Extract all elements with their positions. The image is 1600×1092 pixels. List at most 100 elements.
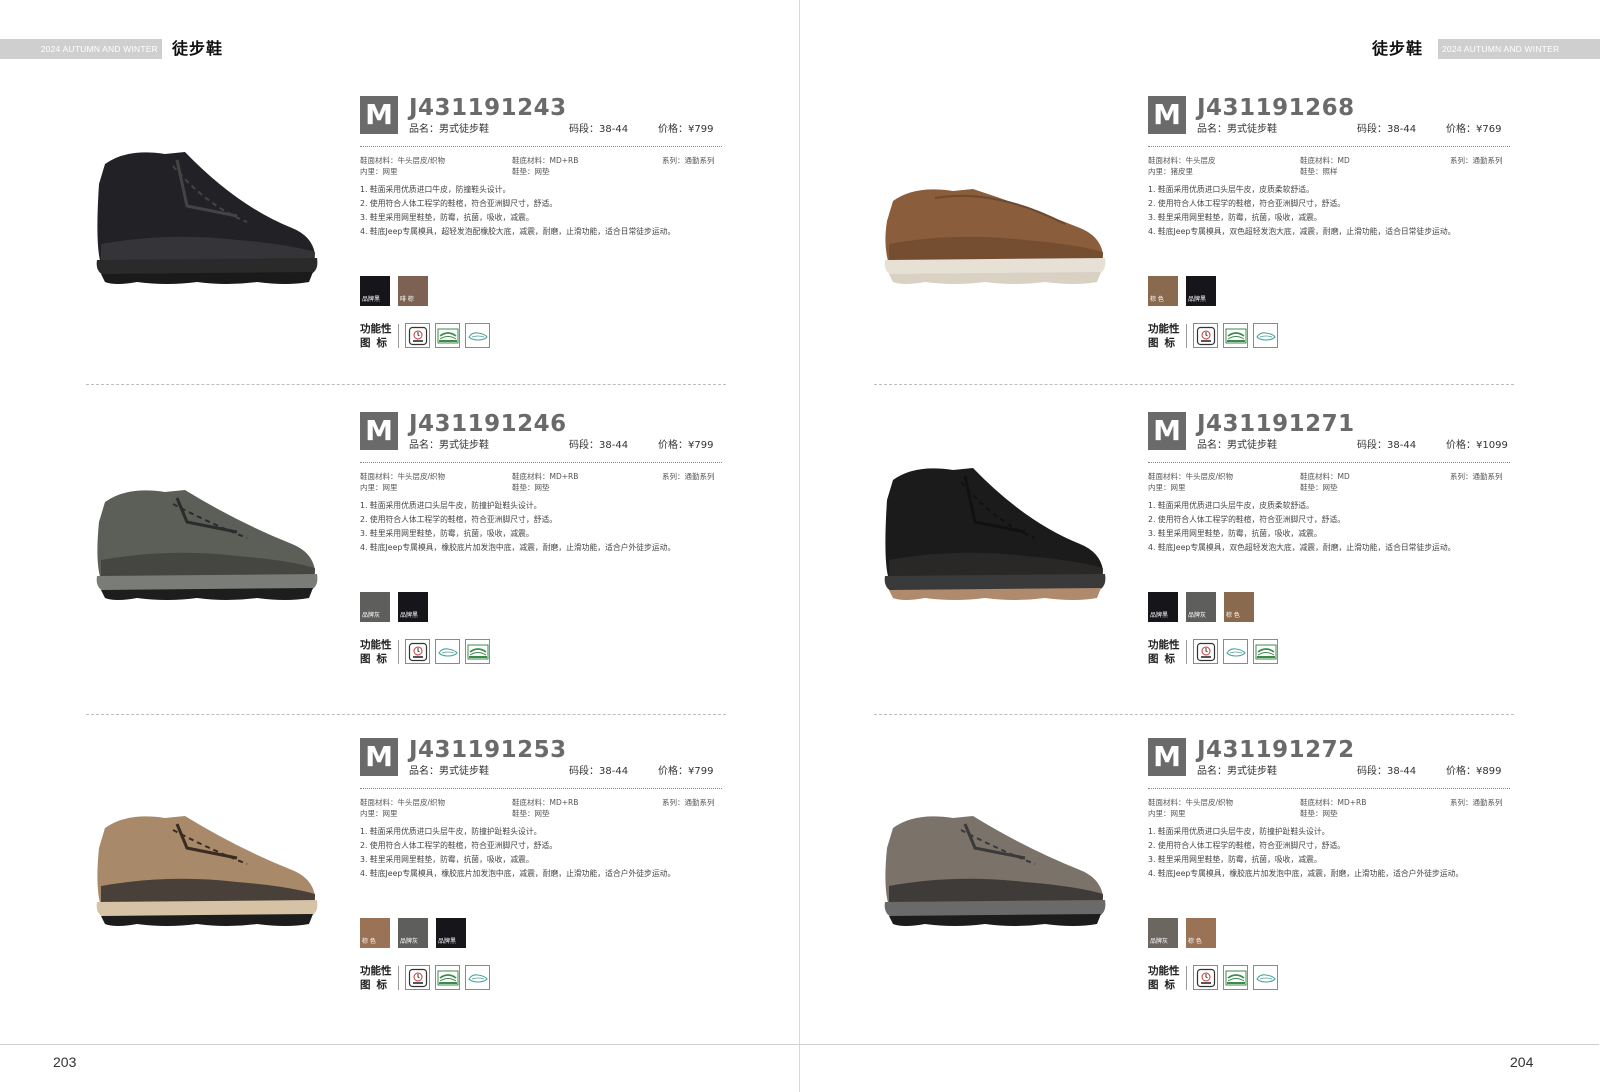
bottom-rule-left	[0, 1044, 799, 1045]
dotted-divider	[360, 146, 722, 147]
color-swatch: 品牌黑	[360, 276, 390, 306]
feature-item: 1. 鞋面采用优质进口头层牛皮，皮质柔软舒适。	[1148, 185, 1314, 194]
feature-item: 2. 使用符合人体工程学的鞋楦，符合亚洲脚尺寸，舒适。	[1148, 841, 1346, 850]
size-range: 码段：38-44	[1357, 440, 1417, 451]
feature-item: 1. 鞋面采用优质进口头层牛皮，防撞护趾鞋头设计。	[360, 501, 542, 510]
swatch-label: 棕 色	[1188, 938, 1202, 945]
insole-material: 鞋垫：网垫	[512, 167, 550, 176]
lining-material: 内里：猪皮里	[1148, 167, 1193, 176]
oil-resistant-icon	[405, 639, 430, 664]
product-name: 品名：男式徒步鞋	[409, 124, 489, 135]
price: 价格：¥799	[658, 440, 714, 451]
dotted-divider	[1148, 146, 1510, 147]
size-range: 码段：38-44	[1357, 124, 1417, 135]
feature-item: 4. 鞋底Jeep专属模具，橡胶底片加发泡中底，减震，耐磨，止滑功能，适合户外徒…	[1148, 869, 1464, 878]
swatch-label: 品牌灰	[400, 938, 419, 945]
dotted-divider	[360, 788, 722, 789]
sole-material: 鞋底材料：MD+RB	[512, 798, 579, 807]
function-icons	[405, 323, 490, 348]
feature-item: 3. 鞋里采用网里鞋垫，防霉，抗菌，吸收，减震。	[360, 213, 534, 222]
product-name: 品名：男式徒步鞋	[1197, 124, 1277, 135]
function-label-line1: 功能性	[360, 323, 392, 335]
feature-item: 1. 鞋面采用优质进口头层牛皮，防撞护趾鞋头设计。	[1148, 827, 1330, 836]
price: 价格：¥1099	[1446, 440, 1508, 451]
gender-badge: M	[1148, 412, 1186, 450]
color-swatch: 品牌黑	[436, 918, 466, 948]
function-icons-label: 功能性 图标	[360, 638, 400, 666]
function-label-line1: 功能性	[1148, 323, 1180, 335]
color-swatch: 品牌灰	[1186, 592, 1216, 622]
color-swatch: 品牌黑	[398, 592, 428, 622]
color-swatch: 品牌灰	[1148, 918, 1178, 948]
series: 系列：通勤系列	[662, 156, 715, 165]
function-label-line1: 功能性	[360, 965, 392, 977]
function-divider	[398, 966, 399, 990]
feature-item: 2. 使用符合人体工程学的鞋楦，符合亚洲脚尺寸，舒适。	[360, 515, 558, 524]
feature-item: 2. 使用符合人体工程学的鞋楦，符合亚洲脚尺寸，舒适。	[1148, 199, 1346, 208]
product-card-J431191272: M J431191272 品名：男式徒步鞋 码段：38-44 价格：¥899 鞋…	[875, 737, 1600, 1048]
color-swatches: 棕 色 品牌黑	[1148, 276, 1216, 306]
product-card-J431191246: M J431191246 品名：男式徒步鞋 码段：38-44 价格：¥799 鞋…	[87, 411, 817, 722]
swatch-label: 品牌黑	[1188, 296, 1207, 303]
lining-material: 内里：网里	[360, 483, 398, 492]
oil-resistant-icon	[405, 965, 430, 990]
feature-item: 3. 鞋里采用网里鞋垫，防霉，抗菌，吸收，减震。	[360, 529, 534, 538]
feature-item: 2. 使用符合人体工程学的鞋楦，符合亚洲脚尺寸，舒适。	[1148, 515, 1346, 524]
series: 系列：通勤系列	[662, 472, 715, 481]
dotted-divider	[360, 462, 722, 463]
lining-material: 内里：网里	[360, 809, 398, 818]
upper-material: 鞋面材料：牛头层皮/织物	[360, 156, 446, 165]
shoe-image	[875, 136, 1110, 286]
feature-item: 3. 鞋里采用网里鞋垫，防霉，抗菌，吸收，减震。	[1148, 213, 1322, 222]
color-swatches: 品牌黑 品牌灰 棕 色	[1148, 592, 1254, 622]
swatch-label: 品牌灰	[1150, 938, 1169, 945]
product-card-J431191253: M J431191253 品名：男式徒步鞋 码段：38-44 价格：¥799 鞋…	[87, 737, 817, 1048]
function-label-line1: 功能性	[1148, 639, 1180, 651]
feature-list: 1. 鞋面采用优质进口牛皮，防撞鞋头设计。 2. 使用符合人体工程学的鞋楦，符合亚…	[360, 183, 760, 239]
function-label-line2: 图标	[360, 337, 393, 349]
function-divider	[398, 324, 399, 348]
season-bar-left: 2024 AUTUMN AND WINTER	[0, 39, 162, 59]
product-name: 品名：男式徒步鞋	[409, 766, 489, 777]
function-icons	[1193, 965, 1278, 990]
feature-item: 4. 鞋底Jeep专属模具，橡胶底片加发泡中底，减震，耐磨，止滑功能，适合户外徒…	[360, 869, 676, 878]
series: 系列：通勤系列	[1450, 798, 1503, 807]
cushion-insole-icon	[1223, 639, 1248, 664]
lining-material: 内里：网里	[1148, 483, 1186, 492]
series: 系列：通勤系列	[1450, 472, 1503, 481]
gender-badge: M	[360, 738, 398, 776]
size-range: 码段：38-44	[569, 440, 629, 451]
sole-material: 鞋底材料：MD+RB	[512, 472, 579, 481]
swatch-label: 啡 棕	[400, 296, 414, 303]
product-name: 品名：男式徒步鞋	[409, 440, 489, 451]
oil-resistant-icon	[1193, 965, 1218, 990]
feature-item: 3. 鞋里采用网里鞋垫，防霉，抗菌，吸收，减震。	[360, 855, 534, 864]
function-icons	[405, 639, 490, 664]
color-swatch: 品牌灰	[398, 918, 428, 948]
oil-resistant-icon	[1193, 639, 1218, 664]
shoe-image	[87, 136, 322, 286]
page-number-right: 204	[1510, 1054, 1534, 1070]
function-label-line2: 图标	[1148, 653, 1181, 665]
gender-badge: M	[360, 96, 398, 134]
color-swatch: 品牌灰	[360, 592, 390, 622]
color-swatch: 品牌黑	[1148, 592, 1178, 622]
aegis-antibacterial-icon	[435, 323, 460, 348]
lining-material: 内里：网里	[1148, 809, 1186, 818]
function-icons	[1193, 639, 1278, 664]
shoe-image	[87, 452, 322, 602]
function-label-line2: 图标	[360, 653, 393, 665]
function-label-line2: 图标	[360, 979, 393, 991]
product-card-J431191243: M J431191243 品名：男式徒步鞋 码段：38-44 价格：¥799 鞋…	[87, 95, 817, 406]
function-label-line1: 功能性	[1148, 965, 1180, 977]
gender-badge: M	[1148, 96, 1186, 134]
sole-material: 鞋底材料：MD	[1300, 472, 1350, 481]
upper-material: 鞋面材料：牛头层皮/织物	[1148, 472, 1234, 481]
series: 系列：通勤系列	[662, 798, 715, 807]
shoe-image	[87, 778, 322, 928]
feature-item: 4. 鞋底Jeep专属模具，超轻发泡配橡胶大底，减震，耐磨，止滑功能，适合日常徒…	[360, 227, 676, 236]
price: 价格：¥799	[658, 124, 714, 135]
aegis-antibacterial-icon	[1223, 323, 1248, 348]
feature-item: 1. 鞋面采用优质进口牛皮，防撞鞋头设计。	[360, 185, 511, 194]
cushion-insole-icon	[1253, 323, 1278, 348]
